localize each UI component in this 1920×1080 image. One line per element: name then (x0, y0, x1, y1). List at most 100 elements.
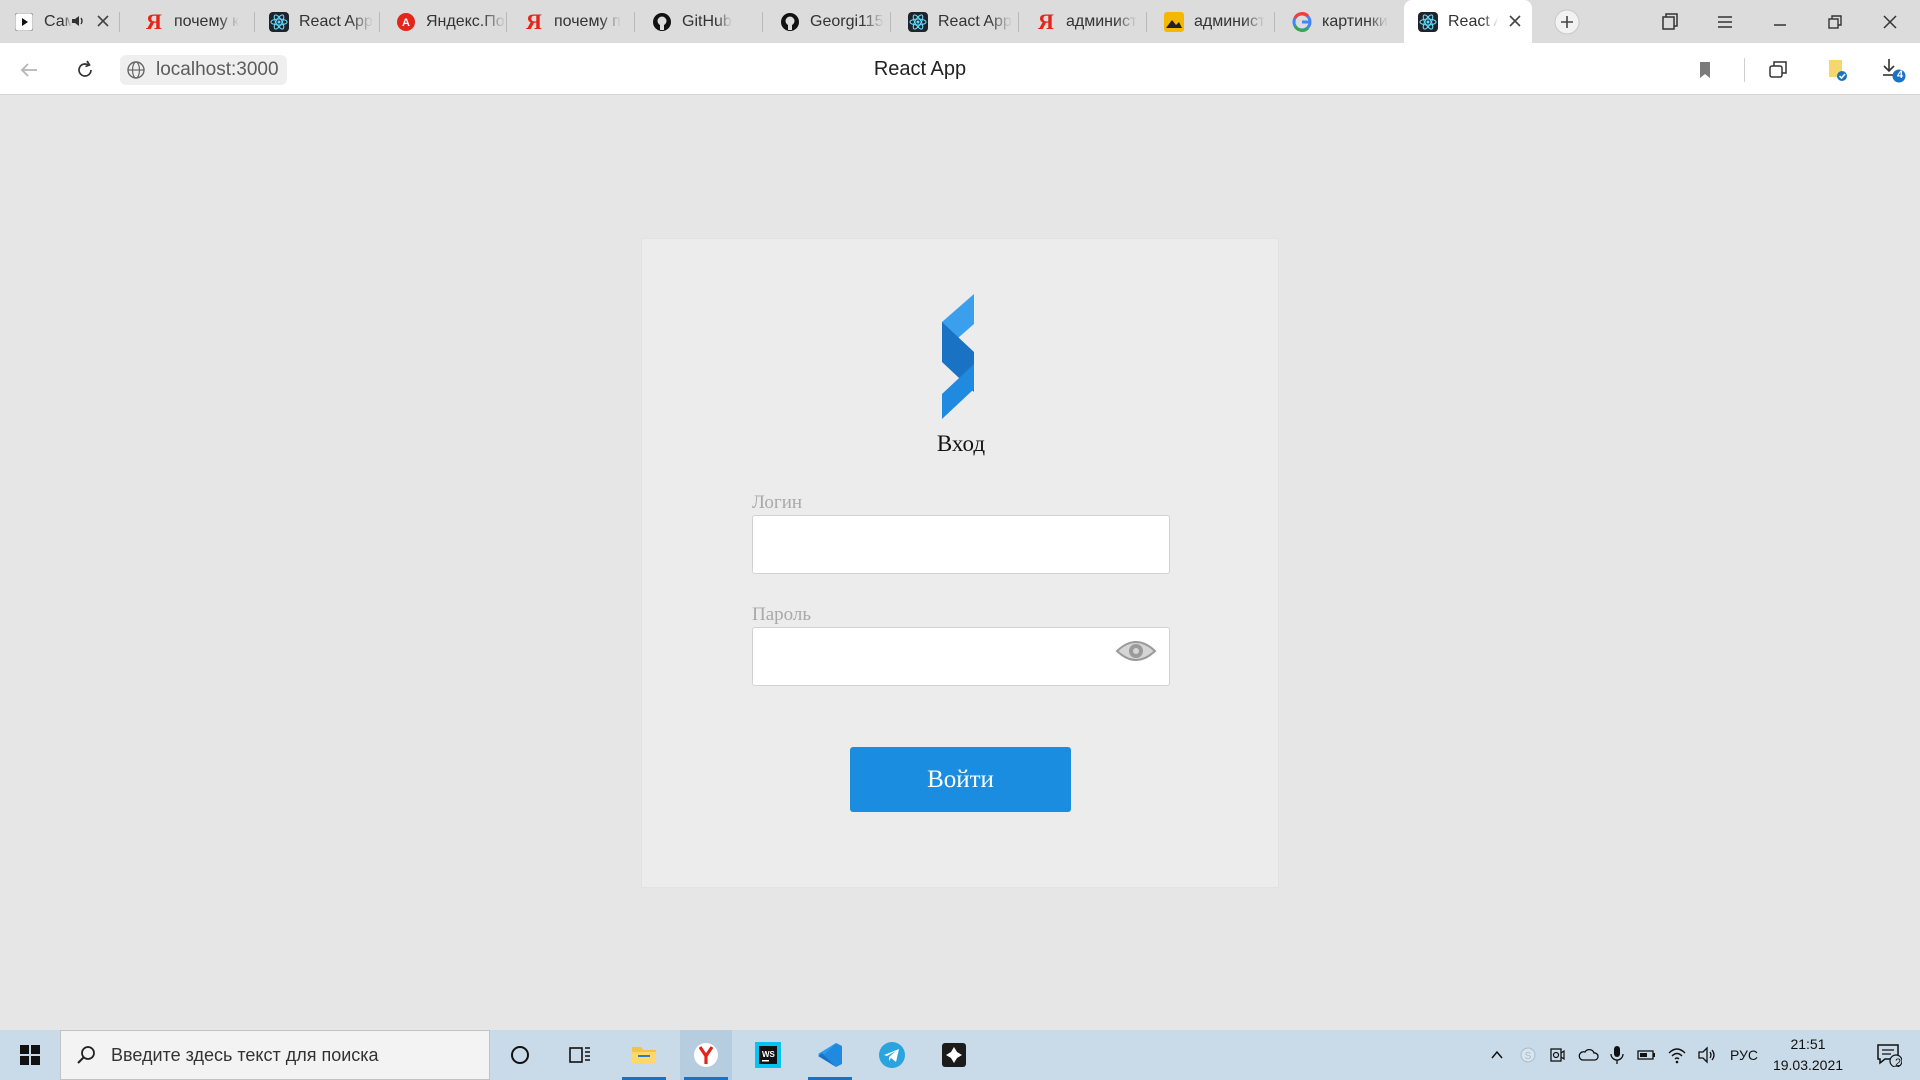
microphone-tray-icon[interactable] (1604, 1030, 1630, 1080)
close-icon[interactable] (94, 12, 112, 30)
back-button[interactable] (14, 55, 44, 85)
eye-icon[interactable] (1115, 637, 1157, 665)
browser-tab[interactable]: A Яндекс.Почта (382, 0, 507, 43)
bookmark-button[interactable] (1690, 55, 1720, 85)
github-icon (652, 12, 672, 32)
tab-separator (119, 12, 120, 32)
minimize-icon (1774, 23, 1786, 26)
tab-label: админист (1066, 12, 1138, 30)
browser-tab[interactable]: GitHub (638, 0, 763, 43)
taskbar-search[interactable]: Введите здесь текст для поиска (60, 1030, 490, 1080)
tab-label: Яндекс.Почта (426, 12, 506, 30)
login-button[interactable]: Войти (850, 747, 1071, 812)
volume-tray-icon[interactable] (1694, 1030, 1720, 1080)
search-placeholder: Введите здесь текст для поиска (111, 1044, 379, 1065)
url-field[interactable]: localhost:3000 (120, 55, 287, 85)
collections-button[interactable] (1764, 55, 1794, 85)
notifications-button[interactable]: 2 (1866, 1030, 1912, 1080)
onedrive-tray-icon[interactable] (1574, 1030, 1602, 1080)
react-icon (1418, 11, 1438, 32)
skype-tray-icon[interactable]: S (1515, 1030, 1541, 1080)
tab-label: почему п (554, 12, 621, 30)
tab-label: React App (938, 12, 1012, 30)
tab-separator (1018, 12, 1019, 32)
browser-tab-active[interactable]: React App (1404, 0, 1532, 43)
svg-text:WS: WS (762, 1050, 776, 1059)
search-icon (77, 1046, 95, 1064)
tray-expand-button[interactable] (1484, 1030, 1510, 1080)
svg-text:A: A (402, 17, 410, 29)
minimize-button[interactable] (1753, 0, 1807, 43)
telegram-button[interactable] (866, 1030, 918, 1080)
camera-tray-icon[interactable] (1544, 1030, 1570, 1080)
tab-separator (762, 12, 763, 32)
page-viewport: Вход Логин Пароль Войти (0, 95, 1920, 1030)
reload-button[interactable] (70, 55, 100, 85)
bookmark-icon (1700, 62, 1710, 78)
username-input[interactable] (752, 515, 1170, 574)
restore-icon (1828, 14, 1842, 29)
cortana-icon (511, 1046, 529, 1064)
taskbar: Введите здесь текст для поиска WS S РУС … (0, 1030, 1920, 1080)
tab-separator (506, 12, 507, 32)
file-explorer-button[interactable] (618, 1030, 670, 1080)
yandex-mail-icon: A (396, 12, 416, 32)
clock[interactable]: 21:51 19.03.2021 (1768, 1034, 1848, 1076)
browser-tab[interactable]: Я почему к (130, 0, 255, 43)
app-button[interactable] (928, 1030, 980, 1080)
tab-strip: Сам Я почему к React App A Яндекс.Почта … (0, 0, 1920, 43)
browser-tab[interactable]: React App (255, 0, 380, 43)
wifi-tray-icon[interactable] (1664, 1030, 1690, 1080)
yandex-browser-icon (694, 1043, 718, 1067)
yandex-browser-button[interactable] (680, 1030, 732, 1080)
address-bar: localhost:3000 React App 4 (0, 43, 1920, 95)
react-icon (269, 11, 289, 32)
close-icon[interactable] (1506, 12, 1524, 30)
browser-tab[interactable]: React App (894, 0, 1019, 43)
browser-tab[interactable]: картинки (1278, 0, 1403, 43)
speaker-icon[interactable] (70, 13, 86, 29)
start-button[interactable] (0, 1030, 60, 1080)
restore-button[interactable] (1808, 0, 1862, 43)
plus-icon (1554, 9, 1580, 34)
password-input[interactable] (752, 627, 1170, 686)
clock-date: 19.03.2021 (1772, 1057, 1844, 1073)
browser-tab[interactable]: Georgi115 (766, 0, 891, 43)
browser-tab[interactable]: Я админист (1022, 0, 1147, 43)
vscode-button[interactable] (804, 1030, 856, 1080)
tabs-icon (1662, 12, 1678, 30)
collections-icon (1769, 61, 1787, 78)
downloads-button[interactable]: 4 (1878, 55, 1908, 85)
folder-icon (632, 1047, 656, 1064)
username-label: Логин (752, 492, 803, 513)
tab-separator (379, 12, 380, 32)
battery-tray-icon[interactable] (1634, 1030, 1660, 1080)
language-indicator[interactable]: РУС (1730, 1030, 1758, 1080)
close-window-button[interactable] (1863, 0, 1917, 43)
new-tab-button[interactable] (1540, 0, 1594, 43)
hamburger-icon (1718, 15, 1732, 28)
notes-button[interactable] (1822, 55, 1852, 85)
browser-tab[interactable]: Сам (0, 0, 120, 43)
browser-tab[interactable]: Я почему п (510, 0, 635, 43)
telegram-icon (879, 1042, 905, 1068)
tab-label: админист (1194, 12, 1266, 30)
webstorm-button[interactable]: WS (742, 1030, 794, 1080)
tab-label: Georgi115 (810, 12, 884, 30)
close-icon (1883, 14, 1897, 29)
clock-time: 21:51 (1790, 1036, 1826, 1052)
react-icon (908, 11, 928, 32)
cortana-button[interactable] (494, 1030, 546, 1080)
toolbar-divider (1744, 58, 1745, 82)
tabs-overview-button[interactable] (1643, 0, 1697, 43)
task-view-button[interactable] (554, 1030, 606, 1080)
vscode-icon (818, 1043, 842, 1067)
url-text: localhost:3000 (156, 59, 279, 80)
arrow-left-icon (20, 63, 37, 77)
browser-tab[interactable]: админист (1150, 0, 1275, 43)
menu-button[interactable] (1698, 0, 1752, 43)
globe-icon (127, 61, 145, 79)
tab-label: React App (1448, 12, 1498, 30)
tab-separator (1146, 12, 1147, 32)
tab-separator (634, 12, 635, 32)
